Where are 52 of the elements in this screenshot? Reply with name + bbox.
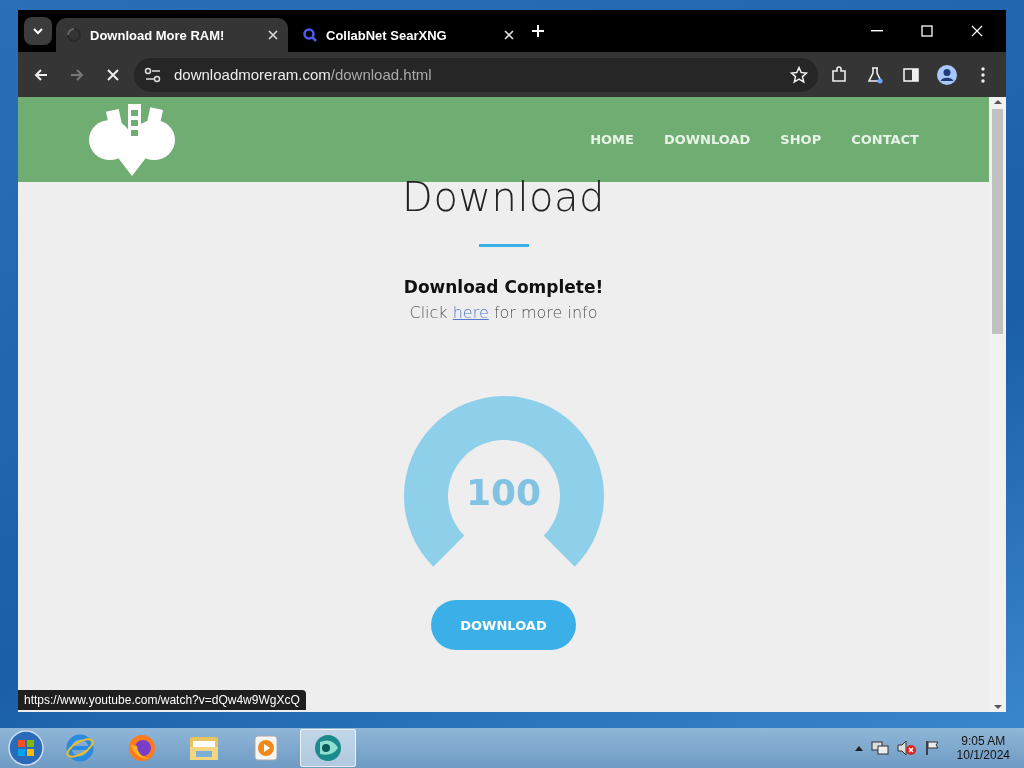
side-panel-icon[interactable]	[903, 66, 919, 83]
browser-e-icon	[65, 733, 95, 763]
browser-tab[interactable]: CollabNet SearXNG	[292, 18, 524, 52]
ram-cloud-logo-drawing[interactable]	[88, 101, 176, 178]
app-icon	[312, 733, 344, 763]
flag-icon[interactable]	[924, 740, 941, 756]
minimize-icon[interactable]	[871, 30, 883, 32]
scrollbar[interactable]	[989, 97, 1006, 712]
site-settings-icon[interactable]	[144, 66, 162, 83]
close-icon[interactable]	[268, 30, 278, 40]
clock[interactable]: 9:05 AM 10/1/2024	[948, 734, 1018, 762]
scroll-down-icon[interactable]	[993, 702, 1002, 712]
status-heading: Download Complete!	[403, 277, 604, 297]
scroll-up-icon[interactable]	[993, 97, 1002, 107]
tab-search-button[interactable]	[24, 17, 52, 45]
stop-icon[interactable]	[106, 67, 120, 82]
chevron-down-icon	[32, 27, 44, 35]
address-bar[interactable]: downloadmoreram.com/download.html	[134, 57, 818, 92]
start-button-icon[interactable]	[6, 729, 46, 767]
back-icon[interactable]	[33, 66, 49, 83]
nav-link[interactable]: CONTACT	[851, 132, 919, 147]
close-icon[interactable]	[504, 30, 514, 40]
url-host: downloadmoreram.com	[174, 66, 331, 83]
forward-icon[interactable]	[69, 66, 85, 83]
scroll-thumb[interactable]	[992, 109, 1003, 334]
url-path: /download.html	[330, 66, 432, 83]
taskbar-app-button[interactable]	[300, 729, 356, 767]
link-status-bubble: https://www.youtube.com/watch?v=dQw4w9WgXcQ	[18, 690, 306, 710]
gauge-value: 100	[465, 472, 542, 513]
nav-link[interactable]: HOME	[590, 132, 634, 147]
tray-expand-icon[interactable]	[854, 745, 863, 751]
clock-date: 10/1/2024	[956, 748, 1010, 762]
download-button[interactable]: DOWNLOAD	[431, 600, 576, 650]
info-text: Click here for more info	[409, 303, 598, 322]
maximize-icon[interactable]	[921, 25, 933, 37]
browser-tab[interactable]: Download More RAM!	[56, 18, 288, 52]
clock-time: 9:05 AM	[961, 734, 1006, 748]
info-link[interactable]: here	[452, 303, 489, 322]
nav-link[interactable]: DOWNLOAD	[663, 132, 751, 147]
search-icon	[302, 27, 318, 43]
puzzle-icon[interactable]	[830, 65, 848, 84]
firefox-icon	[127, 733, 157, 763]
nav-link[interactable]: SHOP	[780, 132, 822, 147]
star-icon[interactable]	[790, 65, 808, 84]
media-player-icon	[252, 733, 280, 763]
page-heading: Download	[402, 174, 605, 220]
menu-icon[interactable]	[981, 66, 985, 83]
network-icon[interactable]	[870, 740, 889, 756]
profile-icon[interactable]	[936, 63, 958, 86]
loading-spinner-icon	[66, 27, 82, 43]
flask-icon[interactable]	[866, 65, 884, 84]
volume-muted-icon[interactable]	[896, 740, 917, 756]
